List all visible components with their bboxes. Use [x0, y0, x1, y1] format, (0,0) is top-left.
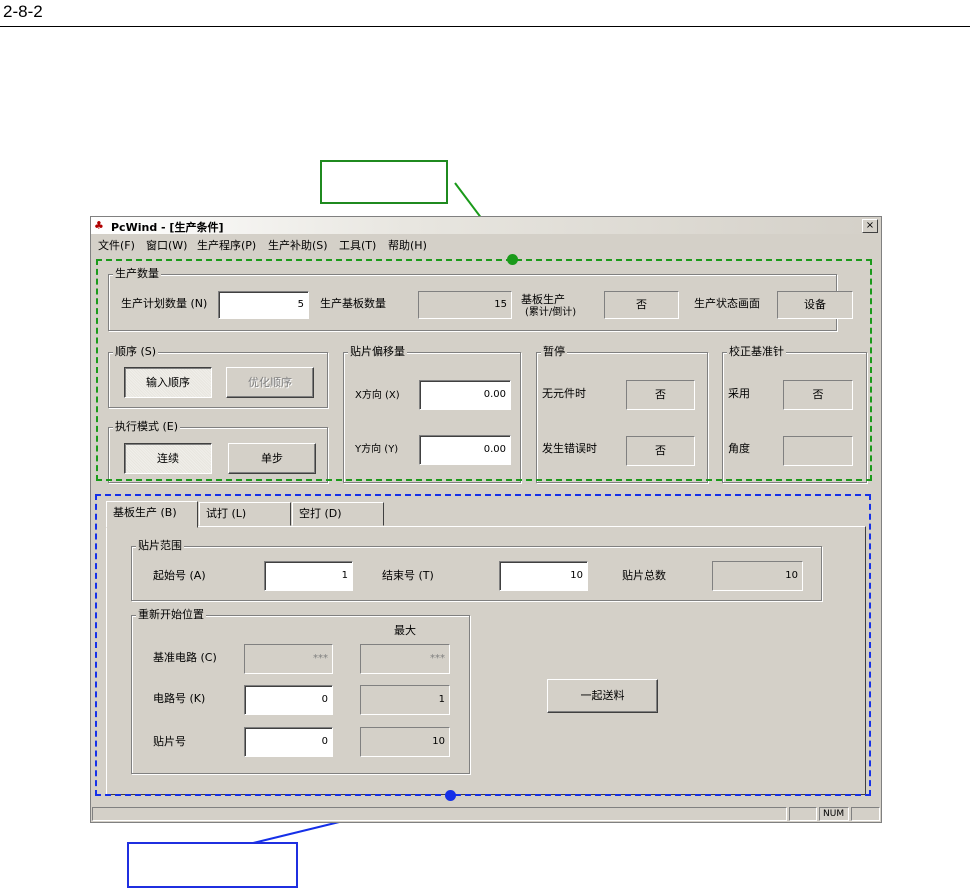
- pcwind-app-icon[interactable]: ♣: [94, 219, 108, 232]
- menu-file[interactable]: 文件(F): [98, 237, 135, 253]
- menu-bar: 文件(F) 窗口(W) 生产程序(P) 生产补助(S) 工具(T) 帮助(H): [91, 235, 881, 253]
- green-highlight-frame: [96, 259, 872, 481]
- status-message-pane: [92, 807, 787, 821]
- status-num-pane: NUM: [819, 807, 849, 821]
- tab-board-production[interactable]: 基板生产 (B): [106, 501, 198, 528]
- menu-program[interactable]: 生产程序(P): [197, 237, 256, 253]
- status-caps-pane: [789, 807, 817, 821]
- window-title: PcWind - [生产条件]: [111, 221, 224, 234]
- blue-callout-box: [127, 842, 298, 888]
- menu-window[interactable]: 窗口(W): [146, 237, 187, 253]
- blue-highlight-frame: [95, 494, 871, 796]
- green-anchor-dot: [507, 254, 518, 265]
- menu-help[interactable]: 帮助(H): [388, 237, 427, 253]
- status-bar: NUM: [91, 806, 881, 822]
- menu-assist[interactable]: 生产补助(S): [268, 237, 328, 253]
- title-bar[interactable]: ♣ PcWind - [生产条件] ×: [91, 217, 881, 234]
- blue-anchor-dot: [445, 790, 456, 801]
- status-scroll-pane: [851, 807, 880, 821]
- menu-tools[interactable]: 工具(T): [339, 237, 376, 253]
- green-callout-box: [320, 160, 448, 204]
- close-button[interactable]: ×: [862, 219, 878, 233]
